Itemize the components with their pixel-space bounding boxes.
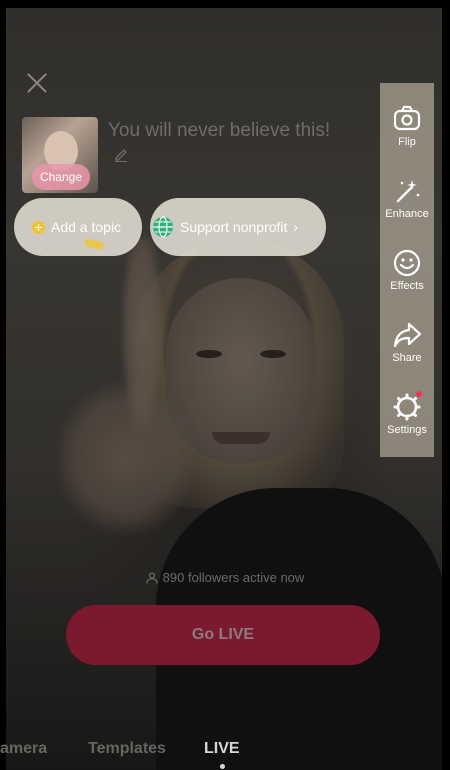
flip-button[interactable]: Flip [380, 105, 434, 148]
share-arrow-icon [393, 322, 422, 348]
plus-circle-icon [32, 220, 45, 234]
effects-label: Effects [390, 280, 424, 292]
live-title-input[interactable]: You will never believe this! [108, 120, 330, 142]
magic-wand-icon [396, 180, 420, 203]
share-button[interactable]: Share [380, 321, 434, 364]
support-nonprofit-label: Support nonprofit [180, 219, 288, 235]
mode-live[interactable]: LIVE [204, 740, 240, 758]
mode-selected-indicator [220, 764, 225, 769]
add-topic-label: Add a topic [51, 219, 122, 235]
followers-active-status: 890 followers active now [0, 570, 450, 585]
followers-active-text: 890 followers active now [162, 570, 305, 585]
pencil-icon[interactable] [113, 146, 129, 162]
settings-label: Settings [387, 424, 427, 436]
share-label: Share [392, 352, 422, 364]
flip-label: Flip [398, 136, 416, 148]
close-icon[interactable] [24, 70, 50, 96]
chevron-right-icon: › [293, 219, 299, 235]
flip-camera-icon [393, 105, 421, 131]
person-icon [146, 571, 158, 584]
support-nonprofit-button[interactable]: Support nonprofit › [150, 198, 326, 256]
cover-thumbnail[interactable]: Change [22, 117, 98, 193]
go-live-button[interactable]: Go LIVE [66, 605, 380, 665]
gear-icon [393, 393, 421, 421]
settings-button[interactable]: Settings [380, 391, 434, 436]
mode-camera[interactable]: amera [0, 740, 47, 758]
mode-templates[interactable]: Templates [88, 740, 166, 758]
mode-selector: amera Templates LIVE [0, 740, 450, 764]
enhance-label: Enhance [385, 208, 429, 220]
globe-icon [153, 216, 173, 238]
enhance-button[interactable]: Enhance [380, 177, 434, 220]
cover-change-button[interactable]: Change [32, 164, 90, 190]
notification-dot [416, 391, 422, 397]
add-topic-button[interactable]: Add a topic [14, 198, 142, 256]
smiley-face-icon [393, 249, 421, 277]
effects-button[interactable]: Effects [380, 249, 434, 292]
tools-sidebar: Flip Enhance Effects Share Settings [380, 83, 434, 457]
